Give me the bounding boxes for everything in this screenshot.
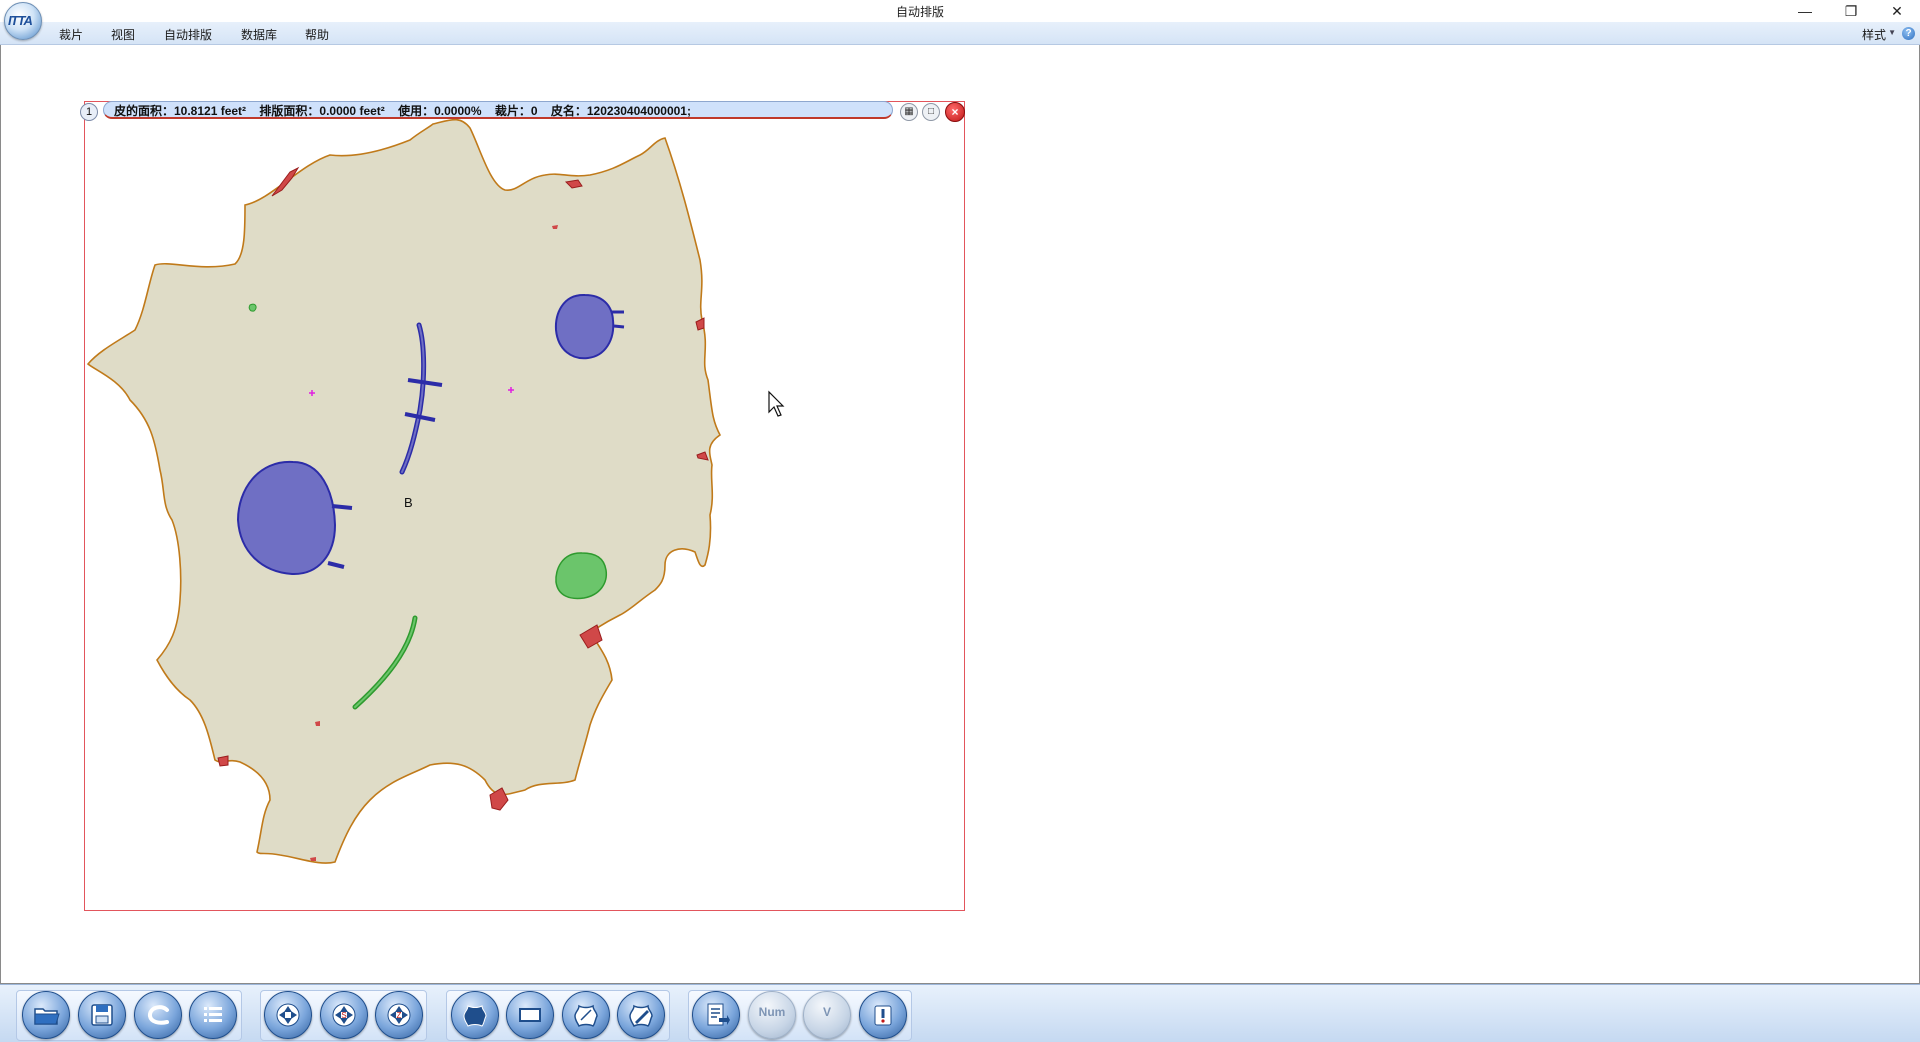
nest-z-icon: Z <box>387 1003 411 1027</box>
blue-defect-large[interactable] <box>236 460 337 576</box>
app-logo-text: ITTA <box>8 13 33 28</box>
mouse-cursor-icon <box>768 390 785 417</box>
close-panel-button[interactable]: × <box>945 102 965 122</box>
import-hide-button[interactable] <box>134 991 182 1039</box>
hide-scan-button[interactable] <box>562 991 610 1039</box>
green-defect-blob[interactable] <box>555 552 608 600</box>
rectangle-icon <box>519 1008 541 1022</box>
hide-info-bar: 皮的面积：10.8121 feet² 排版面积：0.0000 feet² 使用：… <box>103 101 893 119</box>
blue-defect-small[interactable] <box>554 293 615 360</box>
open-folder-icon <box>34 1008 60 1025</box>
blue-defect-large-tail-1[interactable] <box>331 504 353 510</box>
hide-index-badge: 1 <box>80 103 98 121</box>
import-hide-icon <box>148 1005 169 1025</box>
app-logo-icon[interactable]: ITTA <box>4 2 42 40</box>
svg-text:S: S <box>341 1011 346 1020</box>
list-button[interactable] <box>189 991 237 1039</box>
maximize-panel-icon[interactable]: □ <box>922 103 940 121</box>
save-icon <box>91 1004 113 1026</box>
hide-edit-icon <box>629 1004 653 1028</box>
v-icon: V <box>822 1005 831 1019</box>
nest-z-button[interactable]: Z <box>375 991 423 1039</box>
rectangle-button[interactable] <box>506 991 554 1039</box>
grid-view-icon[interactable]: ▦ <box>900 103 918 121</box>
report-icon <box>707 1003 730 1026</box>
usage-text: 使用：0.0000% <box>398 104 482 118</box>
v-button[interactable]: V <box>803 991 851 1039</box>
export-button[interactable] <box>859 991 907 1039</box>
nest-s-button[interactable]: S <box>320 991 368 1039</box>
export-icon <box>874 1005 892 1026</box>
list-icon <box>204 1007 222 1022</box>
auto-nest-button[interactable] <box>264 991 312 1039</box>
auto-nest-icon <box>276 1003 300 1027</box>
hide-shape-button[interactable] <box>451 991 499 1039</box>
hide-name-text: 皮名：120230404000001; <box>550 104 691 118</box>
green-defect-dot[interactable] <box>248 303 257 312</box>
open-folder-button[interactable] <box>22 991 70 1039</box>
nest-area-text: 排版面积：0.0000 feet² <box>259 104 385 118</box>
hide-edit-button[interactable] <box>617 991 665 1039</box>
hide-scan-icon <box>574 1004 598 1028</box>
hide-shape-icon <box>463 1005 487 1027</box>
hide-grade-label: B <box>404 495 413 510</box>
pieces-count-text: 裁片：0 <box>494 104 538 118</box>
save-button[interactable] <box>78 991 126 1039</box>
bottom-toolbar: S Z Num V <box>0 984 1920 1042</box>
red-defect-bottom-left[interactable] <box>217 755 229 767</box>
num-button[interactable]: Num <box>748 991 796 1039</box>
leather-hide-shape[interactable] <box>86 118 722 864</box>
blue-defect-small-tail-2[interactable] <box>613 324 625 329</box>
hide-area-text: 皮的面积：10.8121 feet² <box>114 104 247 118</box>
svg-text:Z: Z <box>397 1011 402 1020</box>
hide-canvas[interactable]: B <box>0 0 1920 1041</box>
report-button[interactable] <box>692 991 740 1039</box>
nest-s-icon: S <box>332 1003 356 1027</box>
num-icon: Num <box>758 1005 786 1019</box>
